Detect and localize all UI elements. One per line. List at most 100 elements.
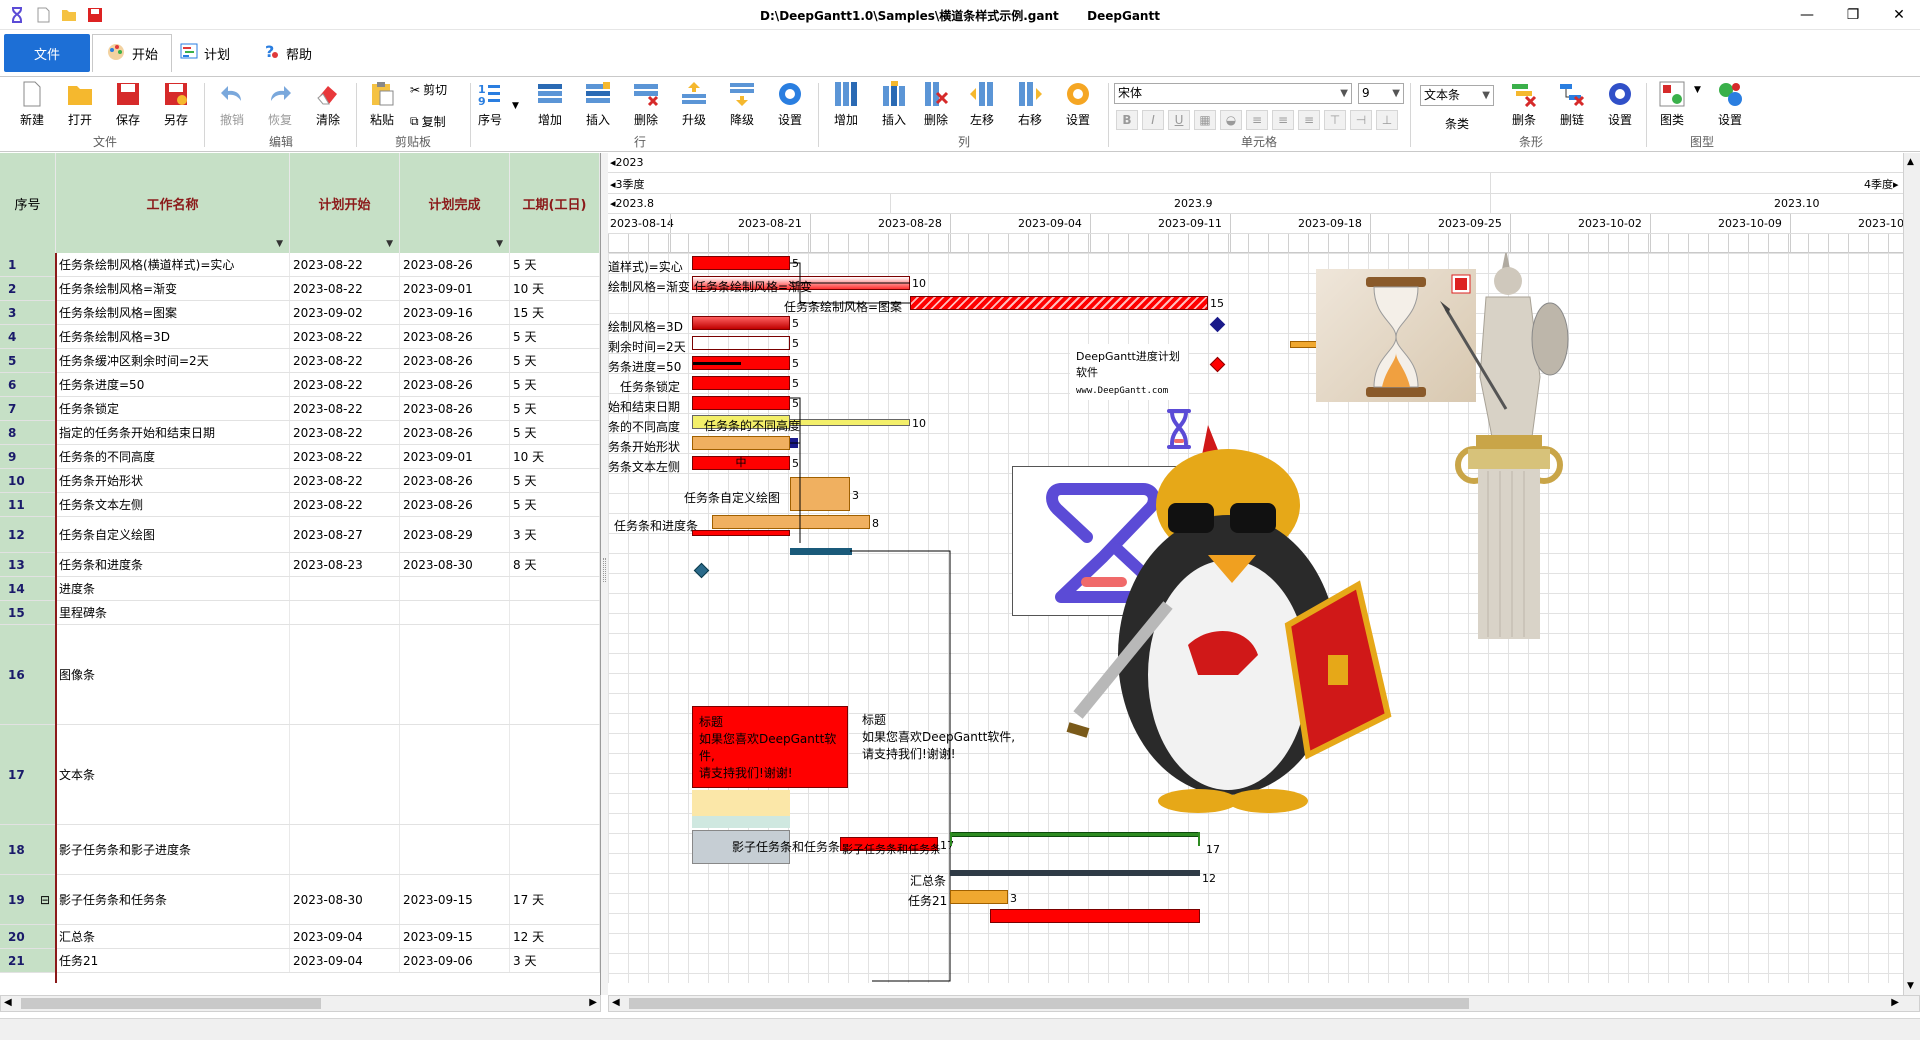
cell-start[interactable]: 2023-08-22 bbox=[290, 421, 400, 444]
cell-seq[interactable]: 3 bbox=[0, 301, 56, 324]
cell-start[interactable]: 2023-08-30 bbox=[290, 875, 400, 924]
cell-seq[interactable]: 11 bbox=[0, 493, 56, 516]
seq-button[interactable]: 1 9 序号 bbox=[468, 81, 512, 133]
cell-name[interactable]: 影子任务条和影子进度条 bbox=[56, 825, 290, 874]
summary-bar[interactable] bbox=[950, 870, 1200, 876]
cell-dur[interactable] bbox=[510, 577, 600, 600]
save-button[interactable]: 保存 bbox=[106, 81, 150, 133]
task-bar-22[interactable] bbox=[990, 909, 1200, 923]
table-row[interactable]: 13 任务条和进度条 2023-08-23 2023-08-30 8 天 bbox=[0, 553, 600, 577]
table-row[interactable]: 14 进度条 bbox=[0, 577, 600, 601]
cell-start[interactable]: 2023-08-22 bbox=[290, 277, 400, 300]
table-row[interactable]: 6 任务条进度=50 2023-08-22 2023-08-26 5 天 bbox=[0, 373, 600, 397]
table-row[interactable]: 1 任务条绘制风格(横道样式)=实心 2023-08-22 2023-08-26 5 天 bbox=[0, 253, 600, 277]
cell-name[interactable]: 任务条的不同高度 bbox=[56, 445, 290, 468]
cell-name[interactable]: 任务条自定义绘图 bbox=[56, 517, 290, 552]
color-grid-button[interactable]: ▦ bbox=[1194, 110, 1216, 130]
table-row[interactable]: 4 任务条绘制风格=3D 2023-08-22 2023-08-26 5 天 bbox=[0, 325, 600, 349]
cell-dur[interactable]: 3 天 bbox=[510, 517, 600, 552]
cell-finish[interactable]: 2023-09-01 bbox=[400, 445, 510, 468]
scroll-right-icon[interactable]: ▶ bbox=[589, 997, 597, 1008]
cell-dur[interactable]: 8 天 bbox=[510, 553, 600, 576]
cell-dur[interactable]: 17 天 bbox=[510, 875, 600, 924]
cell-seq[interactable]: 18 bbox=[0, 825, 56, 874]
table-row[interactable]: 8 指定的任务条开始和结束日期 2023-08-22 2023-08-26 5 天 bbox=[0, 421, 600, 445]
cell-dur[interactable]: 3 天 bbox=[510, 949, 600, 972]
font-select[interactable]: 宋体 ▼ bbox=[1114, 83, 1352, 104]
cell-seq[interactable]: 8 bbox=[0, 421, 56, 444]
cell-dur[interactable]: 15 天 bbox=[510, 301, 600, 324]
align-right-button[interactable]: ≡ bbox=[1298, 110, 1320, 130]
cell-start[interactable] bbox=[290, 601, 400, 624]
cell-seq[interactable]: 6 bbox=[0, 373, 56, 396]
cell-dur[interactable]: 10 天 bbox=[510, 445, 600, 468]
table-row[interactable]: 7 任务条锁定 2023-08-22 2023-08-26 5 天 bbox=[0, 397, 600, 421]
cell-start[interactable] bbox=[290, 825, 400, 874]
tab-help[interactable]: ? 帮助 bbox=[262, 34, 312, 72]
paste-button[interactable]: 粘贴 bbox=[360, 81, 404, 133]
cell-name[interactable]: 任务条和进度条 bbox=[56, 553, 290, 576]
cell-dur[interactable] bbox=[510, 601, 600, 624]
col-settings-button[interactable]: 设置 bbox=[1056, 81, 1100, 133]
filter-dropdown-icon[interactable]: ▼ bbox=[386, 239, 393, 249]
table-row[interactable]: 21 任务21 2023-09-04 2023-09-06 3 天 bbox=[0, 949, 600, 973]
header-seq[interactable]: 序号 bbox=[0, 153, 56, 253]
col-insert-button[interactable]: 插入 bbox=[872, 81, 916, 133]
table-row[interactable]: 17 文本条 bbox=[0, 725, 600, 825]
cell-finish[interactable]: 2023-08-26 bbox=[400, 421, 510, 444]
col-add-button[interactable]: 增加 bbox=[824, 81, 868, 133]
underline-button[interactable]: U bbox=[1168, 110, 1190, 130]
cell-start[interactable]: 2023-08-23 bbox=[290, 553, 400, 576]
task-bar-21[interactable] bbox=[950, 890, 1008, 904]
cell-name[interactable]: 任务21 bbox=[56, 949, 290, 972]
cell-name[interactable]: 任务条绘制风格=3D bbox=[56, 325, 290, 348]
cell-dur[interactable] bbox=[510, 725, 600, 824]
cell-start[interactable]: 2023-09-02 bbox=[290, 301, 400, 324]
upgrade-button[interactable]: 升级 bbox=[672, 81, 716, 133]
cell-seq[interactable]: 15 bbox=[0, 601, 56, 624]
align-center-button[interactable]: ≡ bbox=[1272, 110, 1294, 130]
row-insert-button[interactable]: 插入 bbox=[576, 81, 620, 133]
cell-name[interactable]: 任务条绘制风格=图案 bbox=[56, 301, 290, 324]
redo-button[interactable]: 恢复 bbox=[258, 81, 302, 133]
cell-name[interactable]: 任务条绘制风格(横道样式)=实心 bbox=[56, 253, 290, 276]
align-middle-button[interactable]: ⊣ bbox=[1350, 110, 1372, 130]
cell-finish[interactable]: 2023-08-26 bbox=[400, 397, 510, 420]
cell-dur[interactable] bbox=[510, 825, 600, 874]
shadow-progress-bar[interactable] bbox=[692, 816, 790, 828]
cell-name[interactable]: 任务条锁定 bbox=[56, 397, 290, 420]
align-left-button[interactable]: ≡ bbox=[1246, 110, 1268, 130]
cell-dur[interactable]: 5 天 bbox=[510, 469, 600, 492]
shapes-button[interactable]: 图类 bbox=[1650, 81, 1694, 133]
cell-finish[interactable] bbox=[400, 577, 510, 600]
cell-start[interactable]: 2023-08-27 bbox=[290, 517, 400, 552]
cell-dur[interactable]: 12 天 bbox=[510, 925, 600, 948]
header-name[interactable]: 工作名称 ▼ bbox=[56, 153, 290, 253]
seq-dropdown-icon[interactable]: ▼ bbox=[512, 101, 519, 111]
cell-dur[interactable]: 5 天 bbox=[510, 493, 600, 516]
cell-finish[interactable] bbox=[400, 625, 510, 724]
cell-finish[interactable]: 2023-08-30 bbox=[400, 553, 510, 576]
clear-button[interactable]: 清除 bbox=[306, 81, 350, 133]
cell-dur[interactable]: 5 天 bbox=[510, 325, 600, 348]
cell-start[interactable]: 2023-08-22 bbox=[290, 493, 400, 516]
col-delete-button[interactable]: 删除 bbox=[914, 81, 958, 133]
align-top-button[interactable]: ⊤ bbox=[1324, 110, 1346, 130]
new-button[interactable]: 新建 bbox=[10, 81, 54, 133]
table-row[interactable]: 9 任务条的不同高度 2023-08-22 2023-09-01 10 天 bbox=[0, 445, 600, 469]
cell-dur[interactable]: 5 天 bbox=[510, 373, 600, 396]
open-button[interactable]: 打开 bbox=[58, 81, 102, 133]
downgrade-button[interactable]: 降级 bbox=[720, 81, 764, 133]
cell-dur[interactable]: 5 天 bbox=[510, 397, 600, 420]
cell-finish[interactable]: 2023-09-15 bbox=[400, 875, 510, 924]
cell-seq[interactable]: 21 bbox=[0, 949, 56, 972]
close-icon[interactable]: ✕ bbox=[1876, 0, 1920, 30]
restore-icon[interactable]: ❐ bbox=[1830, 0, 1876, 30]
cell-finish[interactable]: 2023-09-06 bbox=[400, 949, 510, 972]
splitter[interactable] bbox=[601, 153, 608, 995]
cell-seq[interactable]: 2 bbox=[0, 277, 56, 300]
cell-seq[interactable]: 4 bbox=[0, 325, 56, 348]
cell-finish[interactable]: 2023-09-01 bbox=[400, 277, 510, 300]
cell-seq[interactable]: 5 bbox=[0, 349, 56, 372]
table-row[interactable]: 3 任务条绘制风格=图案 2023-09-02 2023-09-16 15 天 bbox=[0, 301, 600, 325]
